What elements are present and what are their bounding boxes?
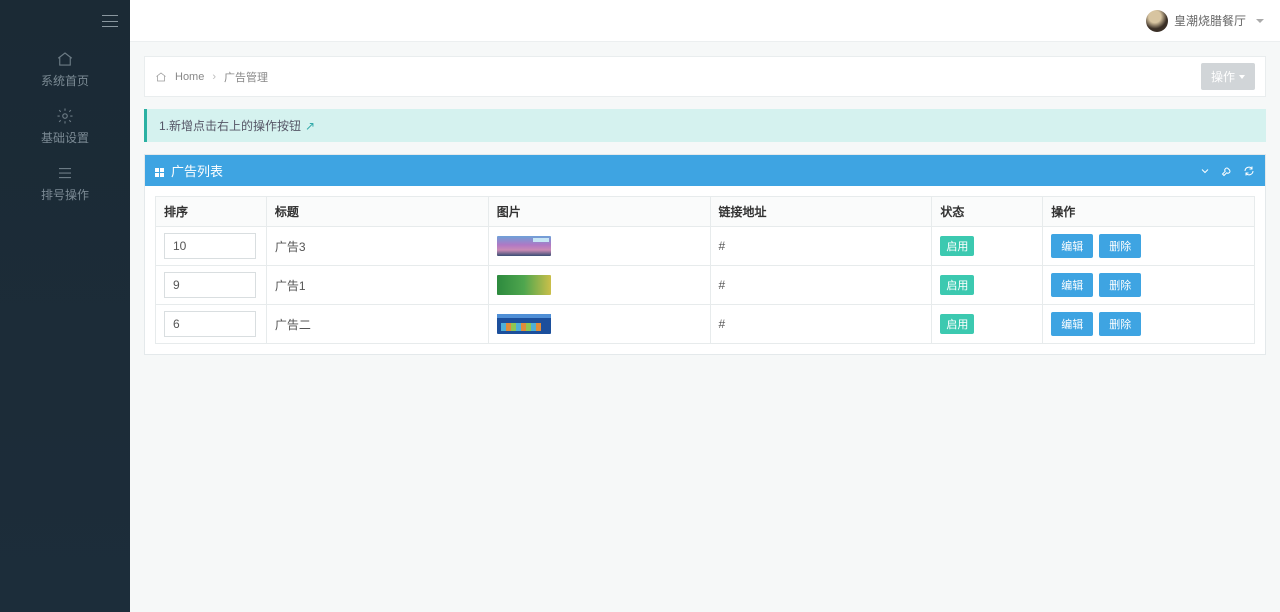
delete-button[interactable]: 删除 [1099, 273, 1141, 297]
status-badge: 启用 [940, 236, 974, 256]
tip-text: 1.新增点击右上的操作按钮 [159, 117, 301, 134]
ad-thumbnail[interactable] [497, 314, 551, 334]
panel: 广告列表 排序 标题 图片 [144, 154, 1266, 355]
user-name: 皇潮烧腊餐厅 [1174, 12, 1246, 29]
th-sort: 排序 [156, 197, 267, 227]
cell-link: # [710, 266, 932, 305]
refresh-icon[interactable] [1243, 165, 1255, 177]
breadcrumb-current: 广告管理 [224, 69, 268, 85]
edit-button[interactable]: 编辑 [1051, 234, 1093, 258]
th-link: 链接地址 [710, 197, 932, 227]
collapse-icon[interactable] [1199, 165, 1211, 177]
sidebar-item-settings[interactable]: 基础设置 [0, 99, 130, 156]
th-image: 图片 [488, 197, 710, 227]
sidebar-item-queue[interactable]: 排号操作 [0, 156, 130, 213]
sidebar-item-home[interactable]: 系统首页 [0, 42, 130, 99]
sidebar-item-label: 系统首页 [0, 72, 130, 89]
status-badge: 启用 [940, 314, 974, 334]
home-icon [56, 50, 74, 68]
cell-link: # [710, 305, 932, 344]
table-row: 广告1 # 启用 编辑删除 [156, 266, 1255, 305]
breadcrumb-separator: › [212, 71, 216, 83]
delete-button[interactable]: 删除 [1099, 312, 1141, 336]
wrench-icon[interactable] [1221, 165, 1233, 177]
main: 皇潮烧腊餐厅 Home › 广告管理 操作 1.新增点击右上的操作按钮 ↗ [130, 0, 1280, 612]
sort-input[interactable] [164, 233, 256, 259]
table-row: 广告3 # 启用 编辑删除 [156, 227, 1255, 266]
cell-link: # [710, 227, 932, 266]
cell-title: 广告二 [266, 305, 488, 344]
sidebar-toggle[interactable] [0, 0, 130, 42]
edit-button[interactable]: 编辑 [1051, 273, 1093, 297]
cell-title: 广告3 [266, 227, 488, 266]
delete-button[interactable]: 删除 [1099, 234, 1141, 258]
th-operate: 操作 [1043, 197, 1255, 227]
sidebar-item-label: 基础设置 [0, 129, 130, 146]
action-menu-button[interactable]: 操作 [1201, 63, 1255, 90]
home-icon [155, 71, 167, 83]
status-badge: 启用 [940, 275, 974, 295]
th-title: 标题 [266, 197, 488, 227]
th-status: 状态 [932, 197, 1043, 227]
sort-input[interactable] [164, 272, 256, 298]
topbar: 皇潮烧腊餐厅 [130, 0, 1280, 42]
panel-title-icon [155, 166, 165, 176]
tip-banner: 1.新增点击右上的操作按钮 ↗ [144, 109, 1266, 142]
breadcrumb: Home › 广告管理 [155, 69, 268, 85]
arrow-icon: ↗ [305, 119, 315, 133]
ad-table: 排序 标题 图片 链接地址 状态 操作 广告3#启用编辑删除广告1#启用编辑删除… [155, 196, 1255, 344]
user-menu[interactable]: 皇潮烧腊餐厅 [1146, 10, 1264, 32]
gear-icon [56, 107, 74, 125]
sort-input[interactable] [164, 311, 256, 337]
sidebar-item-label: 排号操作 [0, 186, 130, 203]
list-icon [56, 164, 74, 182]
breadcrumb-home[interactable]: Home [175, 71, 204, 83]
avatar [1146, 10, 1168, 32]
sidebar: 系统首页 基础设置 排号操作 [0, 0, 130, 612]
cell-title: 广告1 [266, 266, 488, 305]
menu-icon [102, 15, 118, 27]
chevron-down-icon [1256, 19, 1264, 23]
breadcrumb-bar: Home › 广告管理 操作 [144, 56, 1266, 97]
ad-thumbnail[interactable] [497, 236, 551, 256]
edit-button[interactable]: 编辑 [1051, 312, 1093, 336]
action-menu-label: 操作 [1211, 68, 1235, 85]
panel-title: 广告列表 [171, 161, 223, 180]
chevron-down-icon [1239, 75, 1245, 79]
panel-header: 广告列表 [145, 155, 1265, 186]
ad-thumbnail[interactable] [497, 275, 551, 295]
table-row: 广告二 # 启用 编辑删除 [156, 305, 1255, 344]
